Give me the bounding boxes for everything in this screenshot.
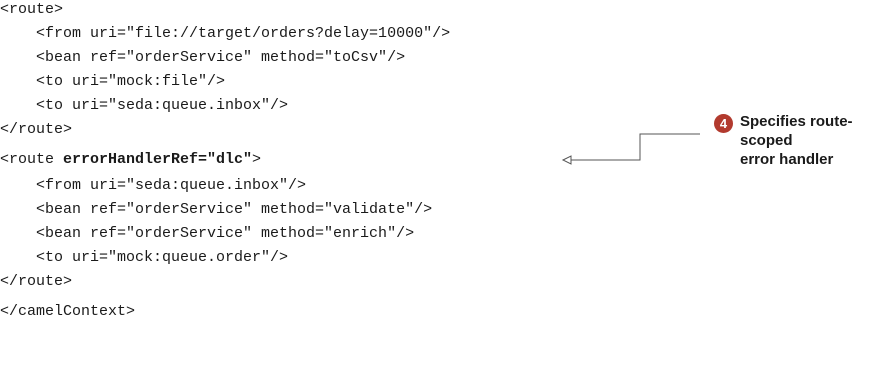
callout-text-line: Specifies route-scoped: [740, 113, 853, 149]
arrowhead-icon: [561, 155, 572, 165]
connector-line: [570, 133, 700, 161]
code-line: <bean ref="orderService" method="enrich"…: [0, 225, 415, 242]
callout-annotation: Specifies route-scoped error handler: [740, 112, 878, 169]
code-text: >: [252, 151, 262, 168]
code-line: </route>: [0, 273, 73, 290]
callout-text-line: error handler: [740, 151, 834, 168]
code-line: <to uri="mock:queue.order"/>: [0, 249, 289, 266]
code-line: </camelContext>: [0, 303, 136, 320]
code-line: <route>: [0, 1, 64, 18]
code-line: <from uri="seda:queue.inbox"/>: [0, 177, 307, 194]
code-line: <to uri="seda:queue.inbox"/>: [0, 97, 289, 114]
code-highlight: errorHandlerRef="dlc": [63, 151, 253, 168]
code-line: <to uri="mock:file"/>: [0, 73, 226, 90]
code-line: <from uri="file://target/orders?delay=10…: [0, 25, 451, 42]
callout-number-badge: 4: [714, 114, 733, 133]
code-line: <bean ref="orderService" method="validat…: [0, 201, 433, 218]
callout-connector: [561, 133, 700, 165]
code-text: <route: [0, 151, 64, 168]
code-line: <bean ref="orderService" method="toCsv"/…: [0, 49, 406, 66]
code-line: <route errorHandlerRef="dlc">: [0, 150, 261, 170]
code-line: </route>: [0, 121, 73, 138]
